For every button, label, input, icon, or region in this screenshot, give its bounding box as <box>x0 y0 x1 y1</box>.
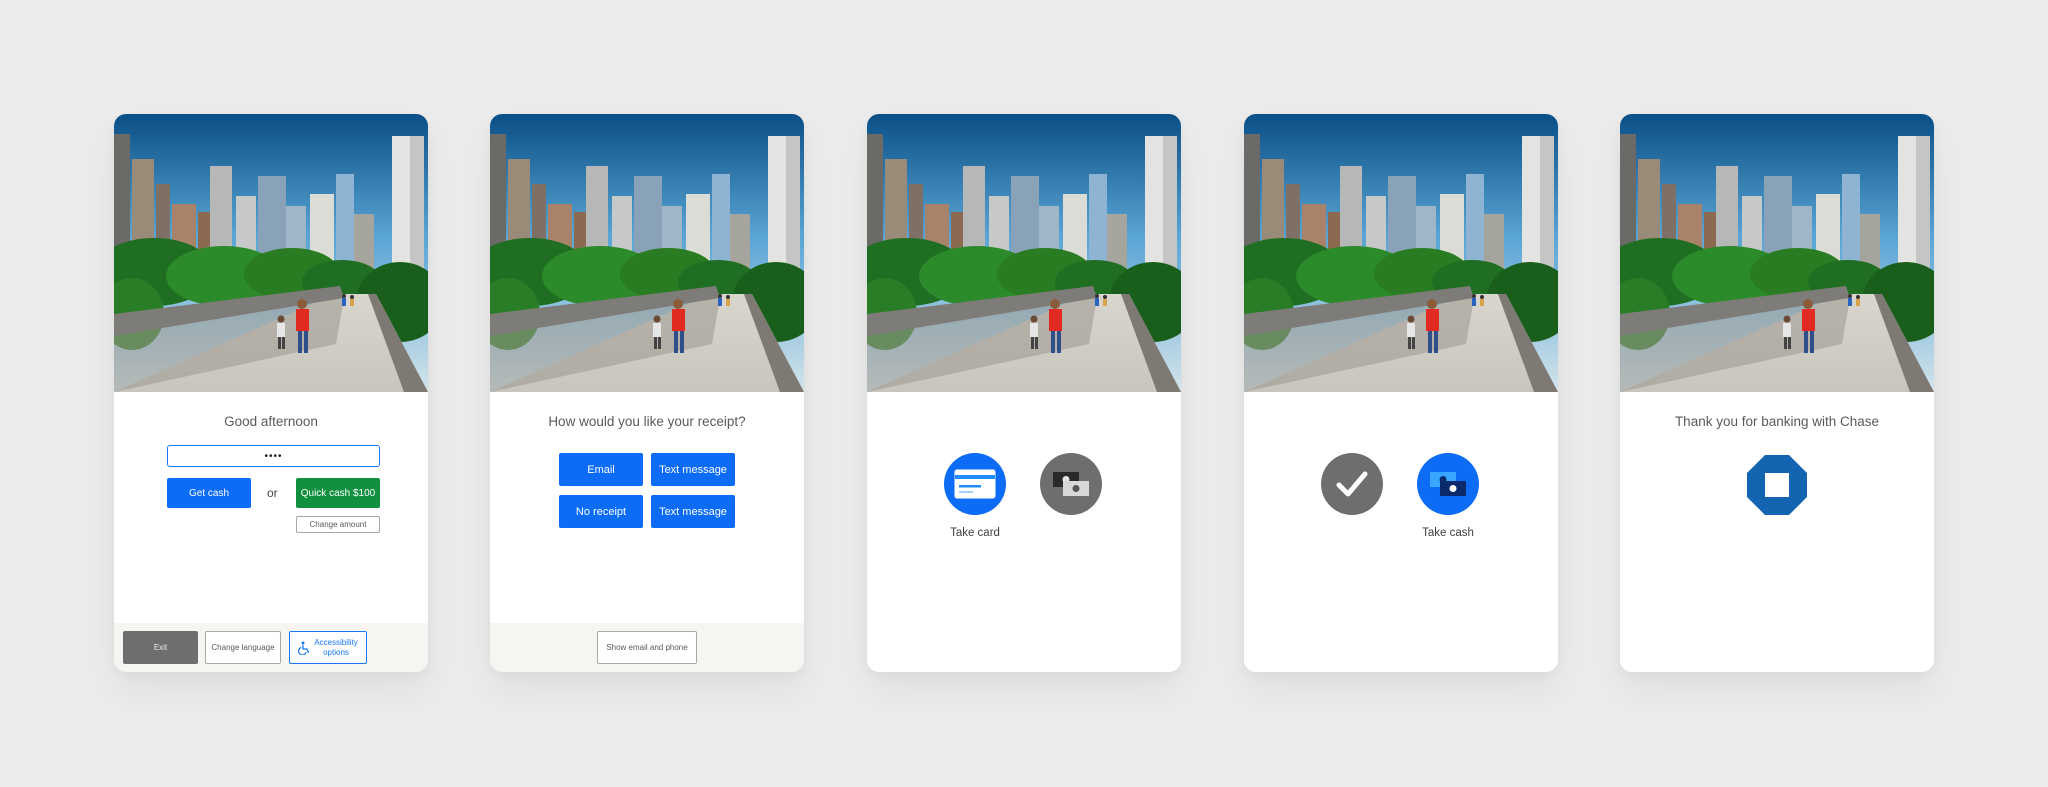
screen-take-card: Take card <box>867 114 1181 672</box>
footer-bar: Exit Change language Accessibility optio… <box>114 623 428 672</box>
thank-you-title: Thank you for banking with Chase <box>1674 414 1880 429</box>
pin-input[interactable]: •••• <box>167 445 380 467</box>
receipt-question-title: How would you like your receipt? <box>548 414 746 429</box>
hero-photo <box>1244 114 1558 392</box>
chase-logo-icon <box>1747 455 1807 515</box>
cash-icon <box>1430 472 1466 496</box>
get-cash-button[interactable]: Get cash <box>167 478 251 508</box>
or-label: or <box>267 486 278 500</box>
show-email-and-phone-button[interactable]: Show email and phone <box>597 631 697 664</box>
screen-receipt: How would you like your receipt? Email T… <box>490 114 804 672</box>
email-receipt-button[interactable]: Email <box>559 453 643 486</box>
change-language-button[interactable]: Change language <box>205 631 281 664</box>
accessibility-options-button[interactable]: Accessibility options <box>289 631 367 664</box>
take-cash-indicator <box>1417 453 1479 515</box>
checkmark-icon <box>1336 471 1368 497</box>
card-complete-indicator <box>1321 453 1383 515</box>
hero-photo <box>867 114 1181 392</box>
card-icon <box>954 469 996 499</box>
text-message-receipt-button-2[interactable]: Text message <box>651 495 735 528</box>
text-message-receipt-button[interactable]: Text message <box>651 453 735 486</box>
quick-cash-button[interactable]: Quick cash $100 <box>296 478 380 508</box>
take-card-label: Take card <box>950 527 1000 539</box>
pin-value: •••• <box>264 450 283 462</box>
exit-button[interactable]: Exit <box>123 631 198 664</box>
hero-photo <box>490 114 804 392</box>
screen-take-cash: Take cash <box>1244 114 1558 672</box>
no-receipt-button[interactable]: No receipt <box>559 495 643 528</box>
cash-indicator <box>1040 453 1102 515</box>
hero-photo <box>1620 114 1934 392</box>
greeting-title: Good afternoon <box>224 414 318 429</box>
wheelchair-icon <box>298 641 310 655</box>
change-amount-button[interactable]: Change amount <box>296 516 380 533</box>
screen-welcome: Good afternoon •••• Get cash or Quick ca… <box>114 114 428 672</box>
cash-icon <box>1053 472 1089 496</box>
footer-bar: Show email and phone <box>490 623 804 672</box>
take-cash-label: Take cash <box>1422 527 1474 539</box>
accessibility-options-label: Accessibility options <box>314 637 358 657</box>
hero-photo <box>114 114 428 392</box>
take-card-indicator <box>944 453 1006 515</box>
screen-thank-you: Thank you for banking with Chase <box>1620 114 1934 672</box>
